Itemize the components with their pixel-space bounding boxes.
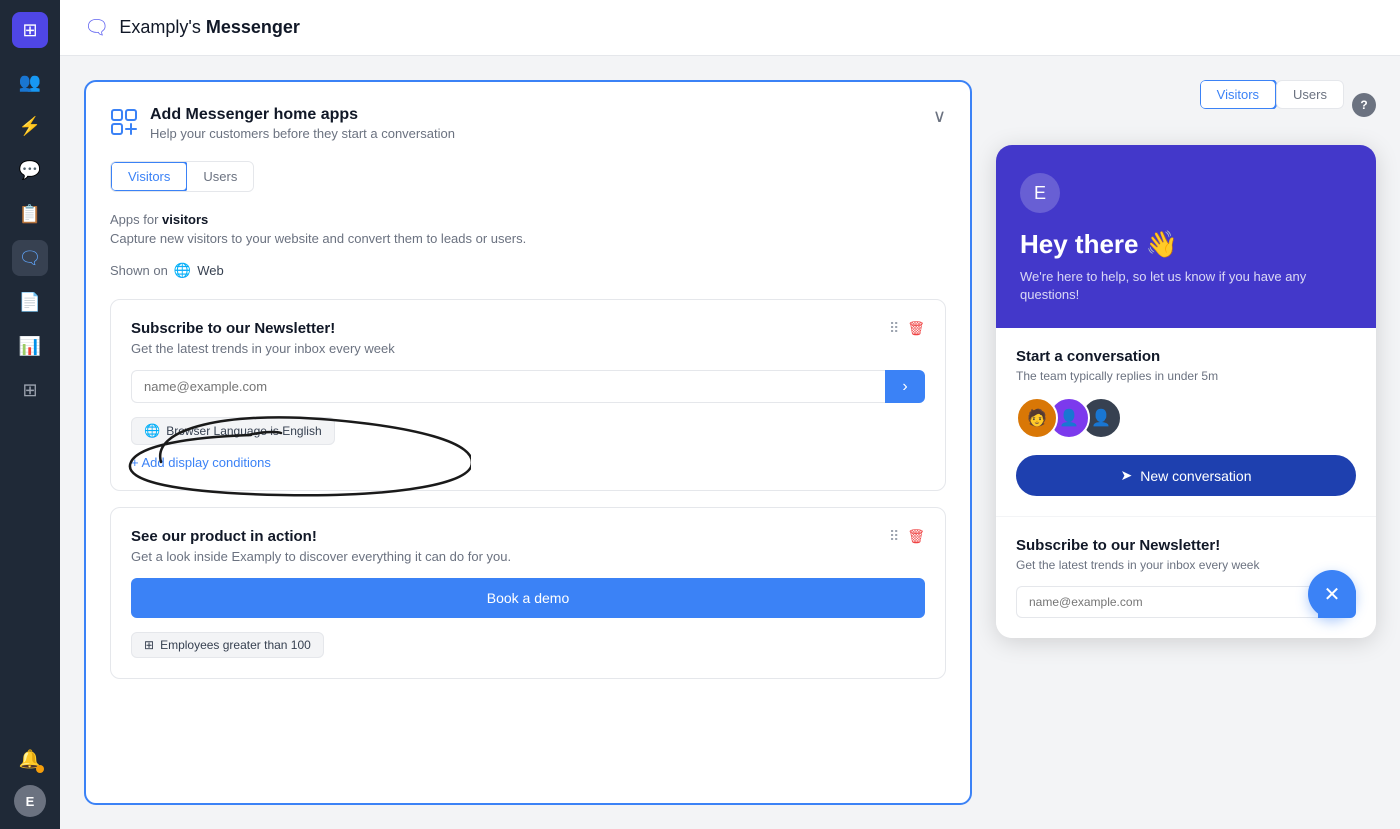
help-button[interactable]: ? <box>1352 93 1376 117</box>
preview-tab-users[interactable]: Users <box>1276 80 1344 109</box>
audience-tabs: Visitors Users <box>110 161 254 192</box>
messenger-widget: E Hey there 👋 We're here to help, so let… <box>996 145 1376 638</box>
sidebar-item-campaigns[interactable]: ⚡ <box>12 108 48 144</box>
preview-tabs: Visitors Users <box>1200 80 1344 109</box>
newsletter-card-header: Subscribe to our Newsletter! ⠿ 🗑 <box>131 320 925 337</box>
avatar-group: 🧑 👤 👤 <box>1016 397 1356 439</box>
notification-dot <box>36 765 44 773</box>
topbar: 🗨 Examply's Messenger <box>60 0 1400 56</box>
add-condition-button[interactable]: + Add display conditions <box>131 455 271 470</box>
product-card-desc: Get a look inside Examply to discover ev… <box>131 549 925 564</box>
messenger-subtext: We're here to help, so let us know if yo… <box>1020 268 1352 304</box>
avatar-1: 🧑 <box>1016 397 1058 439</box>
app-cards: Subscribe to our Newsletter! ⠿ 🗑 Get the… <box>110 299 946 679</box>
condition-badge: 🌐 Browser Language is English <box>131 417 335 445</box>
messenger-email-input[interactable] <box>1016 586 1318 618</box>
preview-tab-visitors[interactable]: Visitors <box>1200 80 1277 109</box>
product-card-header: See our product in action! ⠿ 🗑 <box>131 528 925 545</box>
main-area: 🗨 Examply's Messenger <box>60 0 1400 829</box>
section-title: Add Messenger home apps <box>150 106 455 124</box>
messenger-newsletter-title: Subscribe to our Newsletter! <box>1016 537 1356 554</box>
platform-label: Web <box>197 263 224 278</box>
email-submit-button[interactable]: › <box>885 370 925 403</box>
start-conv-title: Start a conversation <box>1016 348 1356 365</box>
tab-visitors[interactable]: Visitors <box>110 161 188 192</box>
close-icon: ✕ <box>1324 582 1341 607</box>
sidebar-logo[interactable]: ⊞ <box>12 12 48 48</box>
sidebar-item-widgets[interactable]: ⊞ <box>12 372 48 408</box>
shown-on: Shown on 🌐 Web <box>110 262 946 279</box>
delete-button[interactable]: 🗑 <box>907 320 925 337</box>
newsletter-card-desc: Get the latest trends in your inbox ever… <box>131 341 925 356</box>
sidebar-item-messenger[interactable]: 🗨 <box>12 240 48 276</box>
left-panel: Add Messenger home apps Help your custom… <box>84 80 972 805</box>
employees-badge: ⊞ Employees greater than 100 <box>131 632 324 658</box>
globe-icon: 🌐 <box>174 262 191 279</box>
apps-desc: Capture new visitors to your website and… <box>110 231 946 246</box>
avatar[interactable]: E <box>14 785 46 817</box>
messenger-greeting: Hey there 👋 <box>1020 229 1352 260</box>
employees-icon: ⊞ <box>144 638 154 652</box>
delete-button-2[interactable]: 🗑 <box>907 528 925 545</box>
new-conversation-button[interactable]: ➤ New conversation <box>1016 455 1356 496</box>
send-icon: ➤ <box>1120 467 1132 484</box>
newsletter-card: Subscribe to our Newsletter! ⠿ 🗑 Get the… <box>110 299 946 491</box>
content-area: Add Messenger home apps Help your custom… <box>60 56 1400 829</box>
tab-users[interactable]: Users <box>187 162 253 191</box>
section-subtitle: Help your customers before they start a … <box>150 126 455 141</box>
section-header: Add Messenger home apps Help your custom… <box>110 106 946 141</box>
product-card-title: See our product in action! <box>131 528 317 545</box>
messenger-widget-wrapper: E Hey there 👋 We're here to help, so let… <box>996 145 1376 638</box>
sidebar-item-inbox[interactable]: 📋 <box>12 196 48 232</box>
right-panel: Visitors Users ? E Hey there 👋 We're her… <box>996 80 1376 805</box>
condition-icon: 🌐 <box>144 423 160 439</box>
messenger-icon: 🗨 <box>84 15 109 40</box>
sidebar-item-notifications[interactable]: 🔔 <box>12 741 48 777</box>
section-header-left: Add Messenger home apps Help your custom… <box>110 106 455 141</box>
sidebar: ⊞ 👥 ⚡ 💬 📋 🗨 📄 📊 ⊞ 🔔 E <box>0 0 60 829</box>
messenger-header: E Hey there 👋 We're here to help, so let… <box>996 145 1376 328</box>
page-title: Examply's Messenger <box>119 17 300 38</box>
apps-label: Apps for visitors <box>110 212 946 227</box>
messenger-logo: E <box>1020 173 1060 213</box>
start-conversation-card: Start a conversation The team typically … <box>996 328 1376 517</box>
employees-text: Employees greater than 100 <box>160 638 311 652</box>
section-title-group: Add Messenger home apps Help your custom… <box>150 106 455 141</box>
email-input[interactable] <box>131 370 885 403</box>
sidebar-item-analytics[interactable]: 📊 <box>12 328 48 364</box>
apps-icon <box>110 108 138 140</box>
shown-on-label: Shown on <box>110 263 168 278</box>
messenger-newsletter-desc: Get the latest trends in your inbox ever… <box>1016 558 1356 572</box>
right-tab-group: Visitors Users ? <box>996 80 1376 129</box>
sidebar-item-reports[interactable]: 📄 <box>12 284 48 320</box>
condition-text: Browser Language is English <box>166 424 321 438</box>
sidebar-item-users[interactable]: 👥 <box>12 64 48 100</box>
product-card-actions: ⠿ 🗑 <box>889 528 925 545</box>
drag-handle-icon[interactable]: ⠿ <box>889 320 899 337</box>
book-demo-button[interactable]: Book a demo <box>131 578 925 618</box>
display-conditions: 🌐 Browser Language is English + Add disp… <box>131 417 925 470</box>
sidebar-item-chat[interactable]: 💬 <box>12 152 48 188</box>
collapse-button[interactable]: ∨ <box>933 106 946 127</box>
newsletter-card-title: Subscribe to our Newsletter! <box>131 320 335 337</box>
email-input-group: › <box>131 370 925 403</box>
start-conv-subtitle: The team typically replies in under 5m <box>1016 369 1356 383</box>
messenger-email-group: › <box>1016 586 1356 618</box>
product-card: See our product in action! ⠿ 🗑 Get a loo… <box>110 507 946 679</box>
drag-handle-icon-2[interactable]: ⠿ <box>889 528 899 545</box>
card-actions: ⠿ 🗑 <box>889 320 925 337</box>
